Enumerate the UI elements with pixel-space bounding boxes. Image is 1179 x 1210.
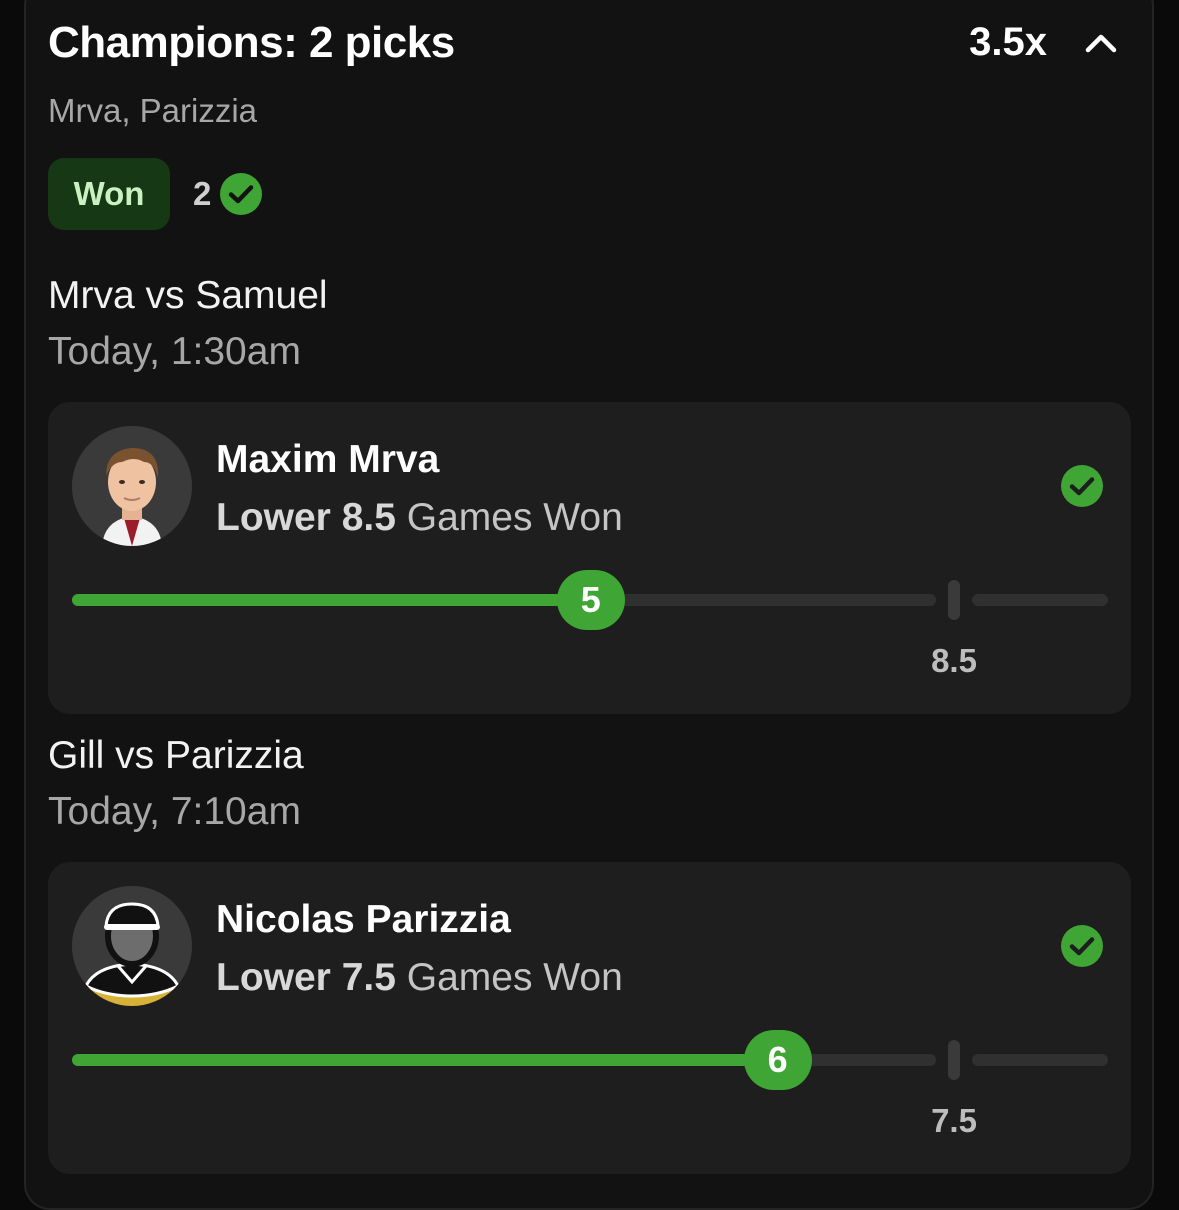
player-name: Maxim Mrva bbox=[216, 438, 440, 481]
match-title: Mrva vs Samuel bbox=[48, 274, 328, 317]
check-circle-icon bbox=[1061, 925, 1103, 967]
pick-projection: Lower 7.5 Games Won bbox=[216, 956, 623, 1000]
line-label: 8.5 bbox=[931, 642, 977, 679]
pick-card[interactable]: Nicolas Parizzia Lower 7.5 Games Won 6 7… bbox=[48, 862, 1131, 1174]
correct-picks-count: 2 bbox=[193, 172, 263, 216]
pick-stat: Games Won bbox=[406, 496, 623, 539]
progress-fill bbox=[72, 1054, 778, 1066]
entry-screen: Champions: 2 picks 3.5x Mrva, Parizzia W… bbox=[0, 0, 1179, 1210]
result-value-knob: 6 bbox=[743, 1030, 812, 1090]
player-name: Nicolas Parizzia bbox=[216, 898, 511, 941]
status-badge: Won bbox=[48, 158, 170, 230]
correct-count-text: 2 bbox=[193, 175, 212, 212]
progress-fill bbox=[72, 594, 591, 606]
pick-line-value: 8.5 bbox=[341, 496, 396, 539]
payout-multiplier: 3.5x bbox=[969, 20, 1047, 64]
pick-card[interactable]: Maxim Mrva Lower 8.5 Games Won 5 8.5 bbox=[48, 402, 1131, 714]
line-label: 7.5 bbox=[931, 1102, 977, 1139]
match-time: Today, 7:10am bbox=[48, 790, 301, 833]
pick-projection: Lower 8.5 Games Won bbox=[216, 496, 623, 540]
progress-track: 6 bbox=[72, 1030, 1108, 1090]
entry-title: Champions: 2 picks bbox=[48, 18, 455, 67]
pick-direction: Lower bbox=[216, 496, 331, 539]
check-circle-icon bbox=[1061, 465, 1103, 507]
line-marker bbox=[948, 1040, 960, 1080]
pick-direction: Lower bbox=[216, 956, 331, 999]
check-circle-icon bbox=[220, 173, 263, 215]
progress-track: 5 bbox=[72, 570, 1108, 630]
result-value-knob: 5 bbox=[556, 570, 625, 630]
collapse-button[interactable] bbox=[1078, 20, 1124, 66]
match-time: Today, 1:30am bbox=[48, 330, 301, 373]
entry-players: Mrva, Parizzia bbox=[48, 92, 258, 129]
player-photo-icon bbox=[72, 426, 192, 546]
pick-stat: Games Won bbox=[406, 956, 623, 999]
default-player-silhouette-icon bbox=[72, 886, 192, 1006]
match-title: Gill vs Parizzia bbox=[48, 734, 304, 777]
line-marker bbox=[948, 580, 960, 620]
chevron-up-icon bbox=[1085, 34, 1117, 53]
pick-line-value: 7.5 bbox=[341, 956, 396, 999]
